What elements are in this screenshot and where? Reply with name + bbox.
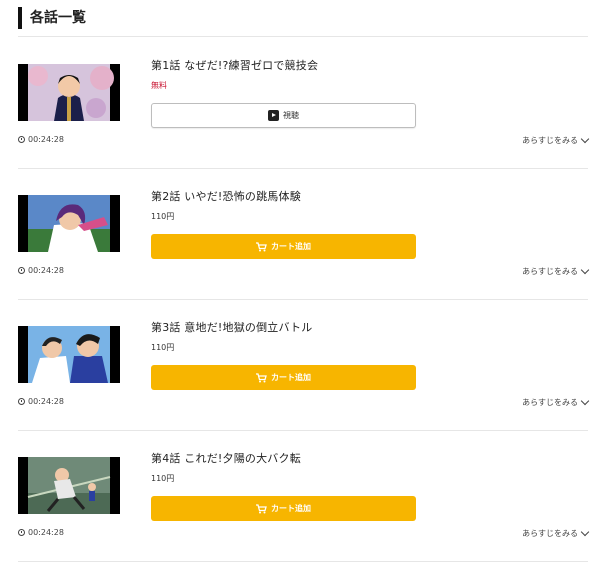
play-icon	[268, 110, 279, 121]
synopsis-toggle[interactable]: あらすじをみる	[522, 265, 590, 277]
chevron-down-icon	[580, 134, 590, 144]
episode-price: 110円	[151, 343, 175, 352]
episode-title[interactable]: 第2話 いやだ!恐怖の跳馬体験	[151, 188, 301, 204]
synopsis-label: あらすじをみる	[522, 529, 578, 538]
episode-title[interactable]: 第3話 意地だ!地獄の倒立バトル	[151, 319, 312, 335]
watch-button[interactable]: 視聴	[151, 103, 416, 128]
chevron-down-icon	[580, 396, 590, 406]
cart-icon	[256, 372, 267, 383]
episode-item: 第2話 いやだ!恐怖の跳馬体験 110円 カート追加 00:24:28 あらすじ…	[18, 168, 590, 300]
duration-text: 00:24:28	[28, 266, 64, 275]
episode-item: 第3話 意地だ!地獄の倒立バトル 110円 カート追加 00:24:28 あらす…	[18, 299, 590, 431]
episode-thumbnail[interactable]	[18, 457, 120, 514]
episode-thumbnail[interactable]	[18, 326, 120, 383]
synopsis-label: あらすじをみる	[522, 398, 578, 407]
section-title: 各話一覧	[18, 7, 86, 29]
duration-text: 00:24:28	[28, 528, 64, 537]
episode-thumbnail[interactable]	[18, 195, 120, 252]
synopsis-toggle[interactable]: あらすじをみる	[522, 527, 590, 539]
clock-icon	[18, 529, 25, 536]
episode-price: 110円	[151, 212, 175, 221]
episode-duration: 00:24:28	[18, 266, 64, 275]
clock-icon	[18, 398, 25, 405]
synopsis-label: あらすじをみる	[522, 267, 578, 276]
episode-duration: 00:24:28	[18, 135, 64, 144]
add-to-cart-button[interactable]: カート追加	[151, 496, 416, 521]
episode-title[interactable]: 第1話 なぜだ!?練習ゼロで競技会	[151, 57, 318, 73]
episode-price: 110円	[151, 474, 175, 483]
episode-price: 無料	[151, 81, 167, 90]
add-to-cart-button[interactable]: カート追加	[151, 365, 416, 390]
cart-button-label: カート追加	[271, 373, 311, 382]
watch-button-label: 視聴	[283, 111, 299, 120]
synopsis-label: あらすじをみる	[522, 136, 578, 145]
episode-duration: 00:24:28	[18, 528, 64, 537]
duration-text: 00:24:28	[28, 397, 64, 406]
episode-thumbnail[interactable]	[18, 64, 120, 121]
synopsis-toggle[interactable]: あらすじをみる	[522, 134, 590, 146]
cart-button-label: カート追加	[271, 242, 311, 251]
add-to-cart-button[interactable]: カート追加	[151, 234, 416, 259]
episode-item: 第1話 なぜだ!?練習ゼロで競技会 無料 視聴 00:24:28 あらすじをみる	[18, 37, 590, 169]
cart-icon	[256, 241, 267, 252]
episode-duration: 00:24:28	[18, 397, 64, 406]
chevron-down-icon	[580, 527, 590, 537]
clock-icon	[18, 267, 25, 274]
clock-icon	[18, 136, 25, 143]
synopsis-toggle[interactable]: あらすじをみる	[522, 396, 590, 408]
chevron-down-icon	[580, 265, 590, 275]
duration-text: 00:24:28	[28, 135, 64, 144]
episode-item: 第4話 これだ!夕陽の大バク転 110円 カート追加 00:24:28 あらすじ…	[18, 430, 590, 562]
episode-title[interactable]: 第4話 これだ!夕陽の大バク転	[151, 450, 301, 466]
cart-button-label: カート追加	[271, 504, 311, 513]
cart-icon	[256, 503, 267, 514]
